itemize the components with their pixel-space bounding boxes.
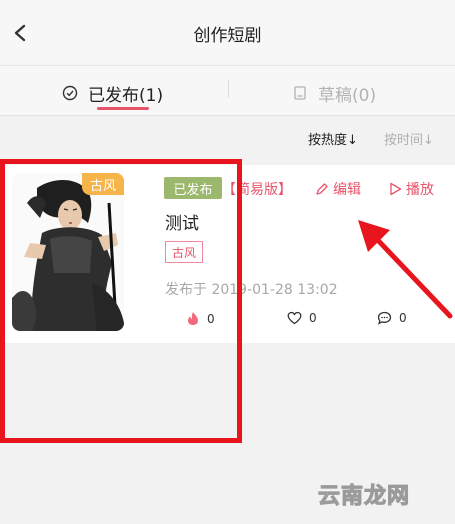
arrow-down-icon: ↓ <box>347 133 358 148</box>
header-bar: 创作短剧 <box>0 0 455 66</box>
watermark: 云南龙网 <box>317 484 411 510</box>
arrow-down-icon: ↓ <box>423 133 434 148</box>
pencil-icon <box>316 183 328 195</box>
tab-published-label: 已发布(1) <box>88 85 164 106</box>
tab-draft-label: 草稿(0) <box>318 85 377 106</box>
play-label: 播放 <box>406 182 434 198</box>
page-title: 创作短剧 <box>193 26 262 46</box>
check-circle-icon <box>62 85 78 101</box>
tab-bar: 已发布(1) 草稿(0) <box>0 66 455 116</box>
like-stat[interactable]: 0 <box>287 311 317 325</box>
edit-label: 编辑 <box>333 182 361 198</box>
sort-by-heat-label: 按热度 <box>308 133 348 148</box>
annotation-highlight-box <box>0 159 242 443</box>
sort-by-heat[interactable]: 按热度↓ <box>308 129 358 148</box>
like-count: 0 <box>309 311 317 325</box>
document-icon <box>294 86 306 100</box>
sort-by-time-label: 按时间 <box>384 133 424 148</box>
tab-published[interactable]: 已发布(1) <box>62 75 163 111</box>
tab-divider <box>228 80 229 98</box>
edit-button[interactable]: 编辑 <box>315 179 361 199</box>
play-icon <box>390 182 402 196</box>
active-tab-indicator <box>97 107 149 110</box>
sort-bar: 按热度↓ 按时间↓ <box>0 117 455 165</box>
heart-icon <box>287 311 302 325</box>
annotation-arrow-icon <box>358 220 453 319</box>
tab-draft[interactable]: 草稿(0) <box>292 75 376 111</box>
play-button[interactable]: 播放 <box>389 179 434 199</box>
sort-by-time[interactable]: 按时间↓ <box>384 129 434 148</box>
